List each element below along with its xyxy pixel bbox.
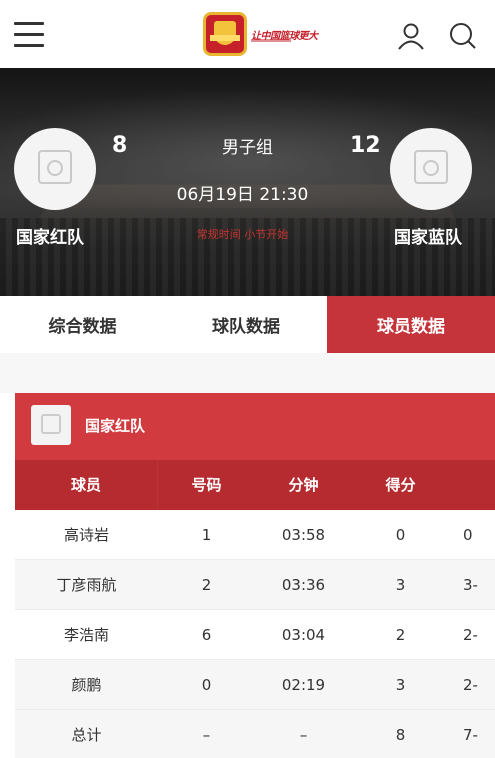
team-header: 国家红队 [15, 393, 495, 460]
player-extra: 3- [463, 576, 478, 594]
search-icon[interactable] [448, 22, 478, 50]
top-navbar: 让中国篮球更大 [0, 0, 495, 68]
player-extra: 2- [463, 676, 478, 694]
table-header: 球员 号码 分钟 得分 [15, 460, 495, 510]
player-number: 1 [201, 526, 212, 544]
tab-team-stats[interactable]: 球队数据 [165, 296, 327, 353]
player-number: 2 [201, 576, 212, 594]
total-points: 8 [395, 726, 406, 744]
tab-player-stats[interactable]: 球员数据 [327, 296, 495, 353]
game-group: 男子组 [222, 138, 273, 158]
col-number[interactable]: 号码 [158, 460, 255, 510]
player-extra: 2- [463, 626, 478, 644]
player-points: 3 [395, 676, 406, 694]
total-label: 总计 [71, 726, 102, 744]
table-row[interactable]: 丁彦雨航 2 03:36 3 3- [15, 560, 495, 610]
hamburger-menu-icon[interactable] [14, 22, 44, 48]
team-logo-small [31, 405, 71, 445]
player-minutes: 03:04 [281, 626, 326, 644]
total-number: – [202, 726, 211, 744]
col-extra[interactable] [463, 460, 495, 510]
player-minutes: 02:19 [281, 676, 326, 694]
user-icon[interactable] [396, 22, 426, 50]
table-total-row: 总计 – – 8 7- [15, 710, 495, 758]
col-points[interactable]: 得分 [352, 460, 449, 510]
player-minutes: 03:58 [281, 526, 326, 544]
association-logo[interactable] [203, 12, 247, 56]
total-extra: 7- [463, 726, 478, 744]
player-name: 李浩南 [63, 626, 109, 644]
player-extra: 0 [463, 526, 473, 544]
basketball-hoop-icon [41, 414, 61, 434]
tab-overview[interactable]: 综合数据 [0, 296, 165, 353]
player-minutes: 03:36 [281, 576, 326, 594]
total-minutes: – [299, 726, 308, 744]
player-points: 2 [395, 626, 406, 644]
slogan-underline [251, 39, 291, 42]
table-row[interactable]: 李浩南 6 03:04 2 2- [15, 610, 495, 660]
player-points: 3 [395, 576, 406, 594]
team-title: 国家红队 [85, 417, 146, 435]
table-row[interactable]: 颜鹏 0 02:19 3 2- [15, 660, 495, 710]
player-name: 高诗岩 [63, 526, 109, 544]
section-spacer [0, 353, 495, 393]
logo-band [210, 35, 240, 41]
player-number: 0 [201, 676, 212, 694]
player-name: 颜鹏 [71, 676, 102, 694]
player-name: 丁彦雨航 [56, 576, 117, 594]
table-row[interactable]: 高诗岩 1 03:58 0 0 [15, 510, 495, 560]
game-datetime: 06月19日 21:30 [176, 185, 309, 205]
stats-tabs: 综合数据 球队数据 球员数据 [0, 296, 495, 353]
col-minutes[interactable]: 分钟 [255, 460, 352, 510]
shield-icon [214, 21, 236, 45]
home-team-name: 国家红队 [16, 228, 84, 248]
away-team-name: 国家蓝队 [394, 228, 462, 248]
player-points: 0 [395, 526, 406, 544]
player-stats-panel: 国家红队 球员 号码 分钟 得分 高诗岩 1 03:58 0 0 丁彦雨航 2 … [15, 393, 495, 758]
player-number: 6 [201, 626, 212, 644]
col-player[interactable]: 球员 [15, 460, 158, 510]
